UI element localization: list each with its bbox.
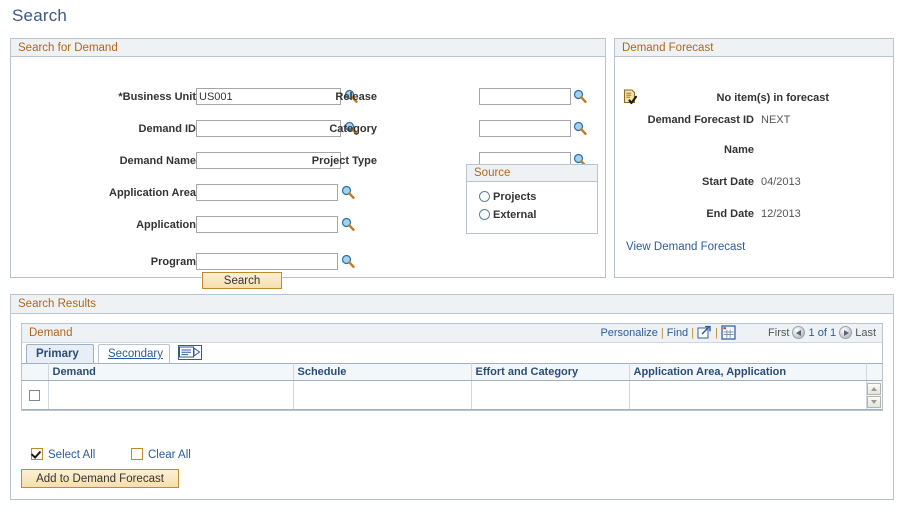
lookup-icon-category[interactable] bbox=[573, 121, 587, 136]
table-header-row: Demand Schedule Effort and Category Appl… bbox=[22, 363, 882, 381]
field-category: Category bbox=[11, 120, 587, 138]
grid-title-bar: Demand Personalize | Find | | First 1 of 1 L… bbox=[22, 324, 882, 343]
radio-external[interactable]: External bbox=[479, 207, 536, 223]
tab-primary[interactable]: Primary bbox=[26, 344, 94, 363]
cell-demand bbox=[48, 380, 294, 410]
search-panel-header: Search for Demand bbox=[11, 39, 605, 57]
cell-schedule bbox=[293, 380, 472, 410]
label-release: Release bbox=[335, 91, 377, 103]
label-forecast-name: Name bbox=[724, 144, 754, 156]
value-end-date: 12/2013 bbox=[761, 208, 801, 220]
scroll-up-button[interactable] bbox=[867, 382, 882, 395]
next-page-button[interactable] bbox=[839, 326, 853, 339]
value-start-date: 04/2013 bbox=[761, 176, 801, 188]
previous-page-button[interactable] bbox=[792, 326, 806, 339]
radio-external-icon[interactable] bbox=[479, 209, 490, 220]
column-header-demand: Demand bbox=[48, 363, 294, 381]
field-application-area: Application Area bbox=[11, 184, 355, 202]
last-label[interactable]: Last bbox=[855, 327, 876, 339]
add-to-demand-forecast-button[interactable]: Add to Demand Forecast bbox=[21, 469, 179, 488]
search-for-demand-panel: Search for Demand *Business Unit Demand … bbox=[10, 38, 606, 289]
row-scroll-cell bbox=[866, 380, 882, 410]
results-table: Demand Schedule Effort and Category Appl… bbox=[22, 363, 882, 410]
grid-separator-1: | bbox=[660, 327, 664, 339]
field-release: Release bbox=[11, 88, 587, 106]
clear-all-checkbox[interactable] bbox=[131, 448, 143, 460]
scroll-column-header bbox=[866, 363, 882, 381]
program-input[interactable] bbox=[196, 253, 338, 270]
clear-all-link[interactable]: Clear All bbox=[148, 449, 191, 461]
select-column-header bbox=[22, 363, 49, 381]
label-application: Application bbox=[136, 219, 196, 231]
view-demand-forecast-link[interactable]: View Demand Forecast bbox=[626, 241, 745, 253]
forecast-row-end-date: End Date 12/2013 bbox=[615, 206, 893, 222]
label-project-type: Project Type bbox=[311, 155, 377, 167]
application-area-input[interactable] bbox=[196, 184, 338, 201]
cell-application-area-application bbox=[629, 380, 867, 410]
application-input[interactable] bbox=[196, 216, 338, 233]
forecast-row-start-date: Start Date 04/2013 bbox=[615, 174, 893, 190]
show-all-columns-icon[interactable] bbox=[178, 345, 202, 360]
cell-effort-and-category bbox=[471, 380, 630, 410]
demand-grid: Demand Personalize | Find | | First 1 of 1 L… bbox=[21, 323, 883, 411]
personalize-link[interactable]: Personalize bbox=[600, 327, 657, 339]
row-checkbox[interactable] bbox=[29, 389, 41, 401]
row-select-cell bbox=[22, 380, 49, 410]
lookup-icon-application-area[interactable] bbox=[341, 185, 355, 200]
page-title: Search bbox=[12, 6, 68, 25]
column-header-schedule: Schedule bbox=[293, 363, 472, 381]
label-program: Program bbox=[150, 256, 196, 268]
select-all-control[interactable]: Select All bbox=[31, 447, 95, 463]
release-input[interactable] bbox=[479, 88, 571, 105]
field-application: Application bbox=[11, 216, 355, 234]
field-program: Program bbox=[11, 253, 355, 271]
category-input[interactable] bbox=[479, 120, 571, 137]
select-all-checkbox[interactable] bbox=[31, 448, 43, 460]
grid-tab-bar: Primary Secondary bbox=[22, 343, 882, 363]
forecast-status: No item(s) in forecast bbox=[716, 92, 829, 104]
forecast-row-id: Demand Forecast ID NEXT bbox=[615, 112, 893, 128]
page-counter: 1 of 1 bbox=[808, 327, 837, 339]
forecast-row-name: Name bbox=[615, 142, 893, 158]
radio-external-label: External bbox=[493, 209, 537, 221]
radio-projects-label: Projects bbox=[493, 191, 537, 203]
first-label[interactable]: First bbox=[768, 327, 789, 339]
search-results-header: Search Results bbox=[11, 295, 893, 314]
label-application-area: Application Area bbox=[109, 187, 196, 199]
lookup-icon-release[interactable] bbox=[573, 89, 587, 104]
grid-title: Demand bbox=[29, 327, 73, 339]
label-demand-forecast-id: Demand Forecast ID bbox=[647, 114, 754, 126]
grid-separator-3: | bbox=[715, 327, 718, 339]
source-header: Source bbox=[467, 165, 597, 182]
search-results-panel: Search Results Demand Personalize | Find | |… bbox=[10, 294, 894, 500]
column-header-application-area-application: Application Area, Application bbox=[629, 363, 867, 381]
demand-forecast-panel: Demand Forecast No item(s) in forecast D… bbox=[614, 38, 894, 278]
grid-separator-2: | bbox=[691, 327, 695, 339]
forecast-header: Demand Forecast bbox=[615, 39, 893, 57]
select-all-link[interactable]: Select All bbox=[48, 449, 95, 461]
lookup-icon-program[interactable] bbox=[341, 254, 355, 269]
value-demand-forecast-id: NEXT bbox=[761, 114, 791, 126]
source-group: Source Projects External bbox=[466, 164, 598, 234]
table-row bbox=[22, 380, 882, 410]
label-category: Category bbox=[329, 123, 377, 135]
radio-projects[interactable]: Projects bbox=[479, 189, 536, 205]
scroll-down-button[interactable] bbox=[867, 395, 882, 408]
find-link[interactable]: Find bbox=[667, 327, 688, 339]
tab-secondary[interactable]: Secondary bbox=[98, 344, 170, 363]
label-start-date: Start Date bbox=[702, 176, 754, 188]
search-button[interactable]: Search bbox=[202, 272, 282, 289]
forecast-status-row: No item(s) in forecast bbox=[615, 90, 829, 106]
column-header-effort-and-category: Effort and Category bbox=[471, 363, 630, 381]
clear-all-control[interactable]: Clear All bbox=[131, 447, 191, 463]
lookup-icon-application[interactable] bbox=[341, 217, 355, 232]
label-end-date: End Date bbox=[706, 208, 754, 220]
radio-projects-icon[interactable] bbox=[479, 191, 490, 202]
